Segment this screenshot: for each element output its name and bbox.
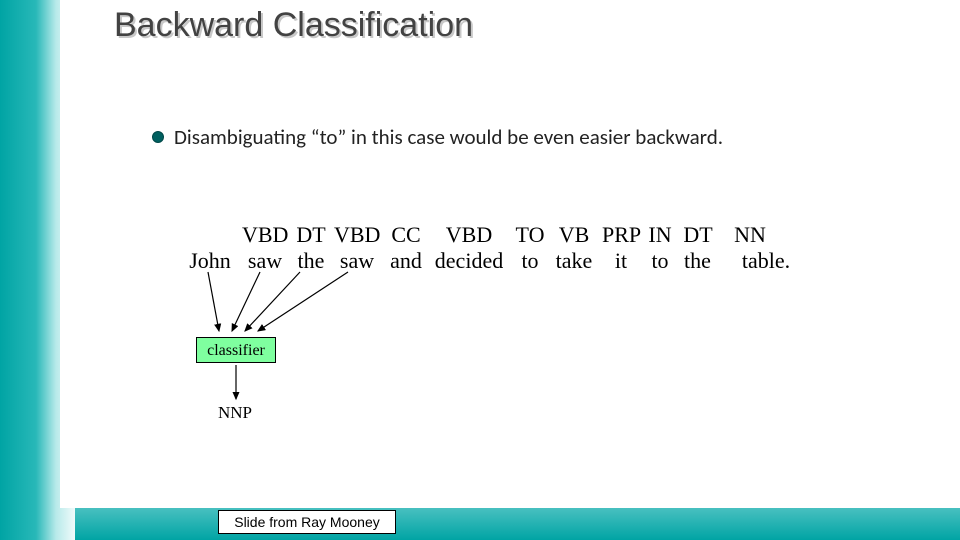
word-cell: the: [678, 248, 734, 274]
sentence-diagram: VBD DT VBD CC VBD TO VB PRP IN DT NN Joh…: [184, 222, 794, 274]
pos-cell: VBD: [240, 222, 290, 248]
bullet-text: Disambiguating “to” in this case would b…: [174, 124, 723, 150]
word-cell: to: [646, 248, 674, 274]
word-cell: decided: [430, 248, 508, 274]
word-cell: saw: [240, 248, 290, 274]
pos-cell: VBD: [430, 222, 508, 248]
pos-cell: VB: [552, 222, 596, 248]
pos-cell: DT: [678, 222, 718, 248]
output-tag: NNP: [218, 403, 252, 423]
word-cell: take: [552, 248, 596, 274]
pos-cell: DT: [294, 222, 328, 248]
word-cell: saw: [332, 248, 382, 274]
bullet-dot-icon: [152, 131, 164, 143]
pos-row: VBD DT VBD CC VBD TO VB PRP IN DT NN: [184, 222, 794, 248]
pos-cell: VBD: [332, 222, 382, 248]
footer-credit: Slide from Ray Mooney: [218, 510, 396, 534]
word-cell: the: [294, 248, 328, 274]
classifier-box: classifier: [196, 337, 276, 363]
word-cell: and: [386, 248, 426, 274]
pos-cell: PRP: [600, 222, 642, 248]
pos-cell: IN: [646, 222, 674, 248]
slide-title: Backward Classification: [114, 6, 473, 45]
word-cell: table.: [738, 248, 794, 274]
word-row: John saw the saw and decided to take it …: [184, 248, 794, 274]
pos-cell: CC: [386, 222, 426, 248]
pos-cell: NN: [722, 222, 778, 248]
word-cell: to: [512, 248, 548, 274]
bullet-item: Disambiguating “to” in this case would b…: [152, 124, 723, 150]
word-cell: it: [600, 248, 642, 274]
pos-cell: TO: [512, 222, 548, 248]
word-cell: John: [184, 248, 236, 274]
